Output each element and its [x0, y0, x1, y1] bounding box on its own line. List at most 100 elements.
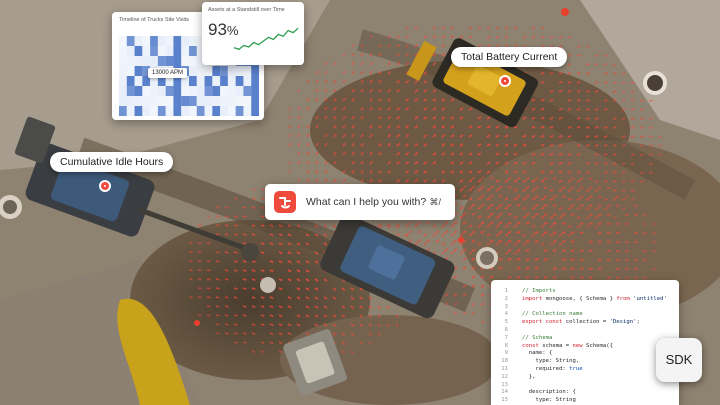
heatmap-cell — [181, 106, 189, 116]
heatmap-cell — [134, 46, 143, 56]
sparkline-path — [233, 27, 299, 51]
assets-standstill-card[interactable]: Assets at a Standstill over Time 93% — [202, 2, 304, 65]
heatmap-cell — [235, 86, 244, 96]
heatmap-cell — [235, 106, 244, 116]
assets-value: 93 — [208, 20, 227, 39]
code-token: // Imports — [522, 288, 556, 294]
heatmap-cell — [173, 96, 182, 106]
heatmap-cell — [189, 46, 197, 56]
heatmap-cell — [142, 46, 151, 56]
heatmap-cell — [150, 106, 158, 116]
heatmap-cell — [173, 46, 182, 56]
heatmap-cell — [227, 76, 236, 86]
heatmap-cell — [251, 86, 259, 96]
code-text: // Schema — [522, 335, 552, 341]
battery-current-callout[interactable]: Total Battery Current — [451, 47, 568, 67]
heatmap-cell — [119, 36, 127, 46]
idle-marker-icon[interactable] — [99, 180, 111, 192]
code-text: // Collection name — [522, 311, 583, 317]
heatmap-cell — [157, 96, 166, 106]
code-text: export const collection = 'Design'; — [522, 319, 640, 325]
battery-marker-icon[interactable] — [499, 75, 511, 87]
heatmap-cell — [173, 86, 182, 96]
heatmap-cell — [181, 46, 189, 56]
code-token: mongoose, { Schema } — [545, 295, 617, 302]
code-text: type: String, — [522, 358, 579, 364]
heatmap-cell — [243, 86, 252, 96]
heatmap-cell — [243, 66, 252, 76]
line-number: 15 — [501, 397, 508, 404]
line-number: 5 — [504, 319, 508, 326]
heatmap-cell — [165, 106, 174, 116]
heatmap-cell — [235, 76, 244, 86]
heatmap-cell — [134, 86, 143, 96]
heatmap-cell — [142, 36, 151, 46]
heatmap-cell — [119, 86, 127, 96]
heatmap-cell — [134, 96, 143, 106]
code-token: name: { — [522, 350, 553, 357]
code-token: Schema({ — [586, 342, 613, 349]
code-token: new — [572, 342, 587, 349]
code-token: // Schema — [522, 334, 553, 341]
heatmap-cell — [235, 66, 244, 76]
sdk-badge[interactable]: SDK — [656, 338, 702, 382]
heatmap-cell — [189, 86, 197, 96]
heatmap-cell — [181, 56, 189, 66]
heatmap-cell — [196, 86, 205, 96]
code-text: import mongoose, { Schema } from 'untitl… — [522, 296, 667, 302]
heatmap-cell — [150, 46, 158, 56]
line-number: 2 — [504, 295, 508, 302]
code-token: }, — [522, 373, 536, 380]
heatmap-cell — [181, 96, 189, 106]
heatmap-cell — [204, 76, 213, 86]
heatmap-cell — [119, 76, 127, 86]
assistant-input[interactable]: What can I help you with? — [306, 184, 426, 220]
code-token: type: String, — [522, 358, 580, 365]
assistant-logo-icon — [274, 191, 296, 213]
heatmap-cell — [150, 56, 158, 66]
heatmap-cell — [119, 96, 127, 106]
code-token: true — [569, 366, 583, 372]
code-token: schema = — [542, 342, 573, 349]
heatmap-cell — [251, 96, 259, 106]
heatmap-cell — [196, 96, 205, 106]
assistant-prompt-bar[interactable]: What can I help you with? ⌘/ — [265, 184, 455, 220]
heatmap-cell — [251, 76, 259, 86]
heatmap-cell — [126, 56, 135, 66]
heatmap-cell — [126, 66, 135, 76]
heatmap-cell — [157, 86, 166, 96]
code-token: const — [522, 342, 543, 349]
heatmap-cell — [126, 46, 135, 56]
heatmap-cell — [126, 76, 135, 86]
heatmap-cell — [251, 66, 259, 76]
heatmap-cell — [142, 96, 151, 106]
heatmap-cell — [189, 96, 197, 106]
heatmap-cell — [204, 86, 213, 96]
heatmap-cell — [165, 56, 174, 66]
heatmap-cell — [126, 96, 135, 106]
code-text: required: true — [522, 366, 583, 372]
line-number: 4 — [504, 311, 508, 318]
heatmap-cell — [157, 46, 166, 56]
heatmap-cell — [204, 106, 213, 116]
heatmap-cell — [220, 66, 228, 76]
heatmap-cell — [134, 66, 143, 76]
heatmap-cell — [196, 66, 205, 76]
assistant-shortcut: ⌘/ — [429, 197, 441, 207]
heatmap-cell — [126, 86, 135, 96]
idle-hours-callout[interactable]: Cumulative Idle Hours — [50, 152, 174, 172]
heatmap-cell — [212, 106, 221, 116]
heatmap-cell — [212, 66, 221, 76]
heatmap-cell — [251, 106, 259, 116]
line-number: 6 — [504, 327, 508, 333]
heatmap-cell — [196, 106, 205, 116]
heatmap-cell — [165, 96, 174, 106]
code-editor-panel[interactable]: 1 // Imports 2 import mongoose, { Schema } … — [491, 280, 679, 405]
line-number: 11 — [501, 366, 508, 372]
code-token: description: { — [522, 389, 576, 396]
code-token: 'untitled' — [633, 295, 667, 302]
heatmap-cell — [189, 76, 197, 86]
code-token: type: String — [522, 397, 576, 404]
heatmap-cell — [142, 86, 151, 96]
heatmap-cell — [142, 56, 151, 66]
